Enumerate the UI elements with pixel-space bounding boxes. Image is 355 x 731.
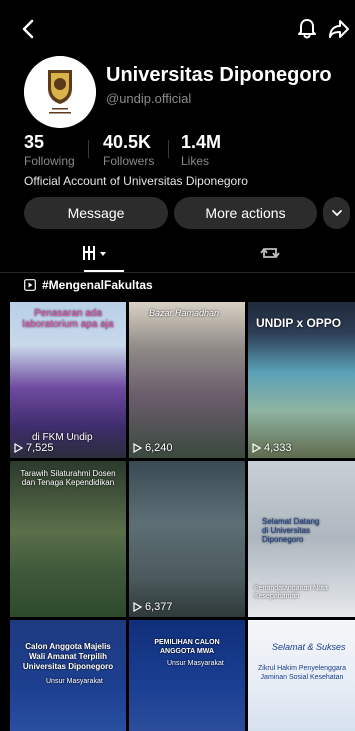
thumbnail-caption: Selamat & Sukses <box>272 642 346 652</box>
top-bar <box>0 0 355 60</box>
profile-name: Universitas Diponegoro <box>106 64 332 86</box>
video-thumbnail[interactable]: 6,377 <box>129 461 245 617</box>
stat-label: Following <box>24 154 75 168</box>
repost-icon <box>260 247 280 259</box>
back-arrow-icon[interactable] <box>18 18 40 40</box>
thumbnail-subcaption: Zikrul Hakim Penyelenggara Jaminan Sosia… <box>258 665 346 681</box>
tab-videos[interactable] <box>60 233 132 273</box>
video-thumbnail[interactable]: Penasaran ada laboratorium apa aja di FK… <box>10 302 126 458</box>
thumbnail-caption: PEMILIHAN CALON ANGGOTA MWA <box>154 639 220 655</box>
thumbnail-subcaption: Unsur Masyarakat <box>46 678 103 685</box>
thumbnail-caption: UNDIP x OPPO <box>256 316 342 330</box>
message-button[interactable]: Message <box>24 197 168 229</box>
video-grid: Penasaran ada laboratorium apa aja di FK… <box>10 302 355 731</box>
thumbnail-caption: Bazar Ramadhan <box>149 308 220 318</box>
stat-label: Followers <box>103 154 155 168</box>
stat-value: 40.5K <box>103 132 152 152</box>
thumbnail-caption: Selamat Datang di Universitas Diponegoro <box>262 517 320 544</box>
view-count-value: 4,333 <box>264 442 292 454</box>
dropdown-button[interactable] <box>323 197 350 229</box>
video-thumbnail[interactable]: PEMILIHAN CALON ANGGOTA MWA Unsur Masyar… <box>129 620 245 731</box>
undip-logo-icon <box>24 56 96 128</box>
view-count-value: 7,525 <box>26 442 54 454</box>
play-icon <box>133 602 142 612</box>
video-thumbnail[interactable]: Selamat & Sukses Zikrul Hakim Penyelengg… <box>248 620 355 731</box>
video-thumbnail[interactable]: Selamat Datang di Universitas Diponegoro… <box>248 461 355 617</box>
video-thumbnail[interactable]: Tarawih Silaturahmi Dosen dan Tenaga Kep… <box>10 461 126 617</box>
grid-tab-icon <box>83 246 106 260</box>
thumbnail-caption: Penasaran ada laboratorium apa aja <box>22 308 114 330</box>
stat-followers[interactable]: 40.5K Followers <box>103 132 154 168</box>
thumbnail-caption: Tarawih Silaturahmi Dosen dan Tenaga Kep… <box>20 469 116 487</box>
view-count: 4,333 <box>252 442 292 454</box>
stat-likes[interactable]: 1.4M Likes <box>181 132 221 168</box>
avatar[interactable] <box>24 56 96 128</box>
playlist-chip[interactable]: #MengenalFakultas <box>24 276 153 294</box>
stat-label: Likes <box>181 154 210 168</box>
thumbnail-subcaption: Penandatanganan Nota Kesepahaman <box>254 585 328 600</box>
view-count: 6,377 <box>133 601 173 613</box>
more-actions-button[interactable]: More actions <box>174 197 317 229</box>
view-count: 7,525 <box>14 442 54 454</box>
thumbnail-caption: Calon Anggota Majelis Wali Amanat Terpil… <box>22 642 114 671</box>
active-tab-indicator <box>84 270 124 272</box>
stat-following[interactable]: 35 Following <box>24 132 75 168</box>
video-thumbnail[interactable]: UNDIP x OPPO 4,333 <box>248 302 355 458</box>
share-icon[interactable] <box>328 18 350 40</box>
stat-value: 1.4M <box>181 132 222 152</box>
chevron-down-icon <box>331 210 342 217</box>
playlist-icon <box>24 279 36 291</box>
view-count-value: 6,377 <box>145 601 173 613</box>
view-count: 6,240 <box>133 442 173 454</box>
playlist-label: #MengenalFakultas <box>42 278 153 292</box>
tab-reposts[interactable] <box>235 233 305 273</box>
bell-icon[interactable] <box>296 18 318 40</box>
view-count-value: 6,240 <box>145 442 173 454</box>
play-icon <box>252 443 261 453</box>
stat-value: 35 <box>24 132 45 152</box>
play-icon <box>133 443 142 453</box>
play-icon <box>14 443 23 453</box>
thumbnail-subcaption: Unsur Masyarakat <box>167 660 224 667</box>
profile-bio: Official Account of Universitas Diponego… <box>24 174 248 188</box>
video-thumbnail[interactable]: Calon Anggota Majelis Wali Amanat Terpil… <box>10 620 126 731</box>
video-thumbnail[interactable]: Bazar Ramadhan 6,240 <box>129 302 245 458</box>
profile-handle: @undip.official <box>106 91 192 106</box>
content-tabs <box>0 233 355 273</box>
divider <box>88 140 89 158</box>
divider <box>168 140 169 158</box>
